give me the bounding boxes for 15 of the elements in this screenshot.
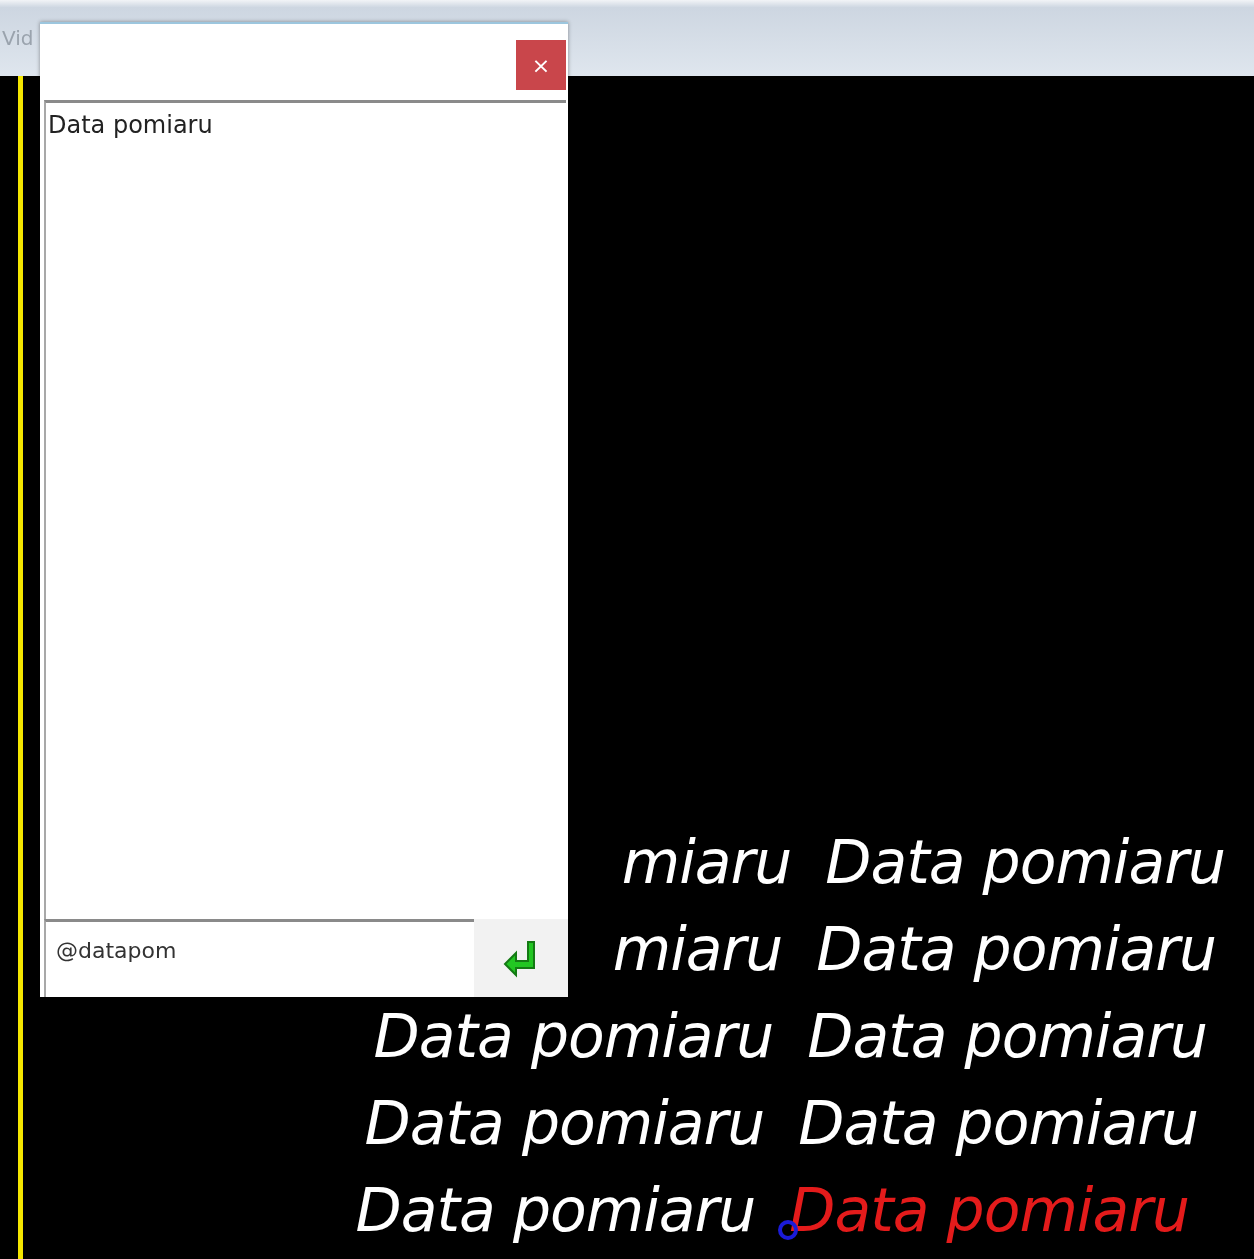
drawing-text[interactable]: Data pomiaru — [355, 1174, 756, 1245]
enter-button[interactable] — [474, 919, 568, 997]
drawing-text[interactable]: Data pomiaru — [789, 1174, 1189, 1245]
command-input-field[interactable]: @datapom — [44, 919, 474, 997]
drawing-text[interactable]: Data pomiaru — [825, 826, 1225, 897]
drawing-text[interactable]: Data pomiaru — [364, 1087, 765, 1158]
drawing-text[interactable]: Data pomiaru — [798, 1087, 1198, 1158]
close-button[interactable]: × — [516, 40, 566, 90]
drawing-text[interactable]: Data pomiaru — [816, 913, 1216, 984]
list-item[interactable]: Data pomiaru — [48, 111, 564, 139]
drawing-text[interactable]: miaru — [612, 913, 783, 984]
drawing-text[interactable]: miaru — [621, 826, 792, 897]
drawing-text[interactable]: Data pomiaru — [373, 1000, 774, 1071]
drawing-text[interactable]: Data pomiaru — [807, 1000, 1207, 1071]
window-title: Vid — [2, 26, 34, 50]
